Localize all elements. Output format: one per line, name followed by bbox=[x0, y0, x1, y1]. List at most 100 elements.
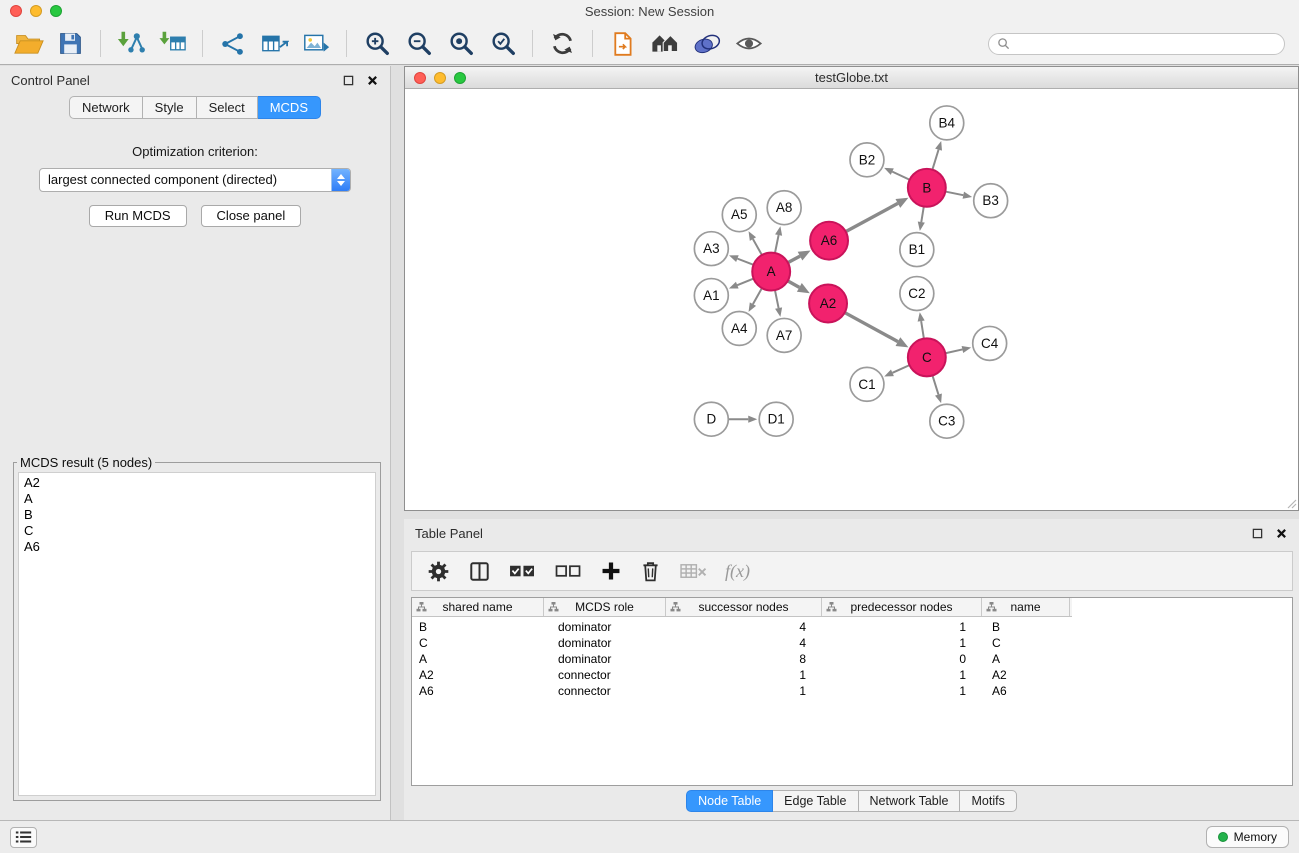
graph-node-c2[interactable]: C2 bbox=[900, 277, 934, 311]
network-window-titlebar[interactable]: testGlobe.txt bbox=[405, 67, 1298, 89]
graph-node-a3[interactable]: A3 bbox=[694, 232, 728, 266]
delete-column-button[interactable] bbox=[639, 559, 662, 584]
table-cell[interactable]: C bbox=[412, 636, 544, 650]
column-header-mcds-role[interactable]: MCDS role bbox=[544, 598, 666, 616]
tab-network[interactable]: Network bbox=[69, 96, 143, 119]
graph-edge[interactable] bbox=[753, 288, 762, 304]
column-header-predecessor-nodes[interactable]: predecessor nodes bbox=[822, 598, 982, 616]
column-header-name[interactable]: name bbox=[982, 598, 1070, 616]
graph-edge[interactable] bbox=[932, 150, 938, 170]
resize-grip[interactable] bbox=[1285, 497, 1297, 509]
tab-edge-table[interactable]: Edge Table bbox=[773, 790, 858, 812]
mcds-result-item[interactable]: B bbox=[24, 507, 370, 523]
table-row[interactable]: A6connector11A6 bbox=[412, 683, 1292, 699]
graph-edge[interactable] bbox=[892, 365, 909, 373]
graph-edge[interactable] bbox=[737, 279, 753, 286]
tab-node-table[interactable]: Node Table bbox=[686, 790, 773, 812]
table-cell[interactable]: dominator bbox=[544, 636, 666, 650]
table-cell[interactable]: 1 bbox=[666, 684, 822, 698]
graph-node-a[interactable]: A bbox=[752, 253, 790, 291]
table-cell[interactable]: A6 bbox=[982, 684, 1070, 698]
search-input[interactable] bbox=[1015, 37, 1276, 51]
task-history-button[interactable] bbox=[10, 827, 37, 848]
float-panel-button[interactable] bbox=[1251, 527, 1264, 540]
graph-edge[interactable] bbox=[845, 313, 898, 342]
graph-node-a4[interactable]: A4 bbox=[722, 311, 756, 345]
table-cell[interactable]: 1 bbox=[666, 668, 822, 682]
mcds-result-item[interactable]: A2 bbox=[24, 475, 370, 491]
graph-edge[interactable] bbox=[846, 203, 898, 231]
graph-node-b2[interactable]: B2 bbox=[850, 143, 884, 177]
window-titlebar[interactable]: Session: New Session bbox=[0, 0, 1299, 23]
zoom-window-button[interactable] bbox=[454, 72, 466, 84]
show-hide-button[interactable] bbox=[732, 28, 765, 59]
run-mcds-button[interactable]: Run MCDS bbox=[89, 205, 187, 227]
minimize-window-button[interactable] bbox=[30, 5, 42, 17]
table-cell[interactable]: A bbox=[982, 652, 1070, 666]
table-cell[interactable]: 0 bbox=[822, 652, 982, 666]
zoom-out-button[interactable] bbox=[402, 28, 435, 59]
select-all-button[interactable] bbox=[508, 560, 537, 583]
graph-edge[interactable] bbox=[932, 375, 938, 394]
mcds-result-item[interactable]: C bbox=[24, 523, 370, 539]
open-session-button[interactable] bbox=[12, 28, 45, 59]
zoom-in-button[interactable] bbox=[360, 28, 393, 59]
graph-edge[interactable] bbox=[945, 192, 963, 196]
mcds-result-list[interactable]: A2ABCA6 bbox=[18, 472, 376, 796]
table-cell[interactable]: 1 bbox=[822, 684, 982, 698]
refresh-button[interactable] bbox=[546, 28, 579, 59]
dropdown-stepper-icon[interactable] bbox=[331, 169, 350, 191]
table-row[interactable]: Bdominator41B bbox=[412, 619, 1292, 635]
table-row[interactable]: A2connector11A2 bbox=[412, 667, 1292, 683]
function-builder-button[interactable]: f(x) bbox=[725, 561, 750, 582]
memory-button[interactable]: Memory bbox=[1206, 826, 1289, 848]
save-session-button[interactable] bbox=[54, 28, 87, 59]
network-graph[interactable]: B4B2BB3A8A5A6A3B1AC2A1A2A4A7C4CC1DD1C3 bbox=[405, 90, 1298, 510]
graph-edge[interactable] bbox=[921, 321, 924, 339]
table-cell[interactable]: 4 bbox=[666, 620, 822, 634]
tab-select[interactable]: Select bbox=[197, 96, 258, 119]
graph-node-a1[interactable]: A1 bbox=[694, 279, 728, 313]
graph-node-d[interactable]: D bbox=[694, 402, 728, 436]
graph-edge[interactable] bbox=[753, 239, 762, 255]
graph-node-a8[interactable]: A8 bbox=[767, 191, 801, 225]
graph-node-c[interactable]: C bbox=[908, 338, 946, 376]
graph-edge[interactable] bbox=[892, 172, 909, 180]
table-cell[interactable]: A6 bbox=[412, 684, 544, 698]
graph-edge[interactable] bbox=[945, 349, 962, 353]
show-columns-button[interactable] bbox=[468, 560, 491, 583]
graph-node-c4[interactable]: C4 bbox=[973, 326, 1007, 360]
graph-node-b3[interactable]: B3 bbox=[974, 184, 1008, 218]
minimize-window-button[interactable] bbox=[434, 72, 446, 84]
graph-node-c3[interactable]: C3 bbox=[930, 404, 964, 438]
tab-mcds[interactable]: MCDS bbox=[258, 96, 321, 119]
criterion-dropdown[interactable]: largest connected component (directed) bbox=[39, 168, 351, 192]
graph-edge[interactable] bbox=[775, 235, 779, 253]
graph-node-b4[interactable]: B4 bbox=[930, 106, 964, 140]
graph-edge[interactable] bbox=[788, 281, 800, 288]
cycle-views-button[interactable] bbox=[606, 28, 639, 59]
graph-node-a5[interactable]: A5 bbox=[722, 198, 756, 232]
first-neighbors-button[interactable] bbox=[648, 28, 681, 59]
table-cell[interactable]: 1 bbox=[822, 620, 982, 634]
table-cell[interactable]: 4 bbox=[666, 636, 822, 650]
float-panel-button[interactable] bbox=[342, 74, 355, 87]
graph-node-b[interactable]: B bbox=[908, 169, 946, 207]
graph-edge[interactable] bbox=[788, 256, 800, 262]
table-cell[interactable]: dominator bbox=[544, 620, 666, 634]
graph-node-a2[interactable]: A2 bbox=[809, 285, 847, 323]
close-panel-button[interactable] bbox=[1275, 527, 1288, 540]
table-cell[interactable]: A bbox=[412, 652, 544, 666]
table-cell[interactable]: B bbox=[982, 620, 1070, 634]
import-table-button[interactable] bbox=[156, 28, 189, 59]
tab-motifs[interactable]: Motifs bbox=[960, 790, 1016, 812]
zoom-fit-button[interactable] bbox=[444, 28, 477, 59]
table-cell[interactable]: B bbox=[412, 620, 544, 634]
zoom-window-button[interactable] bbox=[50, 5, 62, 17]
export-image-button[interactable] bbox=[300, 28, 333, 59]
close-window-button[interactable] bbox=[10, 5, 22, 17]
deselect-all-button[interactable] bbox=[554, 560, 583, 583]
tab-network-table[interactable]: Network Table bbox=[859, 790, 961, 812]
mcds-result-item[interactable]: A6 bbox=[24, 539, 370, 555]
export-table-button[interactable] bbox=[258, 28, 291, 59]
